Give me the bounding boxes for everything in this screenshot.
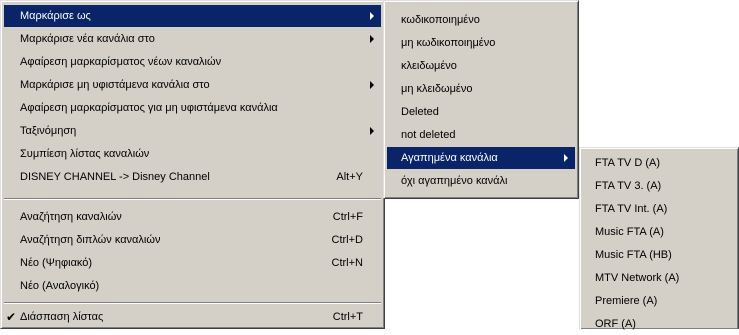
menu-item-label: μη κλειδωμένο <box>401 83 473 95</box>
menu-item-search-duplicates[interactable]: Αναζήτηση διπλών καναλιών Ctrl+D <box>4 229 381 251</box>
menu-item-label: Αναζήτηση διπλών καναλιών <box>20 234 161 246</box>
menu-item-label: Διάσπαση λίστας <box>20 311 104 323</box>
submenu-item-deleted[interactable]: Deleted <box>387 101 575 123</box>
menu-item-shortcut: Alt+Y <box>336 171 363 183</box>
submenu-item-not-deleted[interactable]: not deleted <box>387 124 575 146</box>
menu-item-label: κλειδωμένο <box>401 60 457 72</box>
menu-item-label: MTV Network (A) <box>595 272 680 284</box>
menu-item-label: όχι αγαπημένο κανάλι <box>401 175 508 187</box>
menu-item-label: not deleted <box>401 129 456 141</box>
menu-item-label: Μαρκάρισε ως <box>20 10 91 22</box>
menu-item-label: Ταξινόμηση <box>20 125 77 137</box>
menu-separator <box>4 302 381 304</box>
menu-item-label: Deleted <box>401 106 439 118</box>
favorite-list-item[interactable]: ORF (A) <box>583 313 735 335</box>
favorite-list-item[interactable]: FTA TV 3. (A) <box>583 175 735 197</box>
menu-item-label: μη κωδικοποιημένο <box>401 37 496 49</box>
menu-item-shortcut: Ctrl+N <box>331 257 363 269</box>
menu-item-label: Αφαίρεση μαρκαρίσματος για μη υφιστάμενα… <box>20 102 278 114</box>
menu-item-compress-list[interactable]: Συμπίεση λίστας καναλιών <box>4 143 381 165</box>
menu-item-mark-missing-channels[interactable]: Μαρκάρισε μη υφιστάμενα κανάλια στο <box>4 74 381 96</box>
menu-item-label: Music FTA (A) <box>595 226 664 238</box>
favorite-list-item[interactable]: Premiere (A) <box>583 290 735 312</box>
submenu-item-not-locked[interactable]: μη κλειδωμένο <box>387 78 575 100</box>
submenu-arrow-icon <box>370 81 374 89</box>
menu-item-label: DISNEY CHANNEL -> Disney Channel <box>20 171 210 183</box>
menu-item-label: Μαρκάρισε μη υφιστάμενα κανάλια στο <box>20 79 210 91</box>
menu-item-sort[interactable]: Ταξινόμηση <box>4 120 381 142</box>
menu-item-search-channels[interactable]: Αναζήτηση καναλιών Ctrl+F <box>4 206 381 228</box>
favorite-list-item[interactable]: FTA TV Int. (A) <box>583 198 735 220</box>
submenu-arrow-icon <box>370 12 374 20</box>
menu-item-unmark-new-channels[interactable]: Αφαίρεση μαρκαρίσματος νέων καναλιών <box>4 51 381 73</box>
menu-item-label: Συμπίεση λίστας καναλιών <box>20 148 150 160</box>
menu-item-label: Premiere (A) <box>595 295 658 307</box>
menu-item-label: Αναζήτηση καναλιών <box>20 211 122 223</box>
submenu-arrow-icon <box>370 35 374 43</box>
favorite-list-item[interactable]: Music FTA (A) <box>583 221 735 243</box>
menu-item-rename-disney[interactable]: DISNEY CHANNEL -> Disney Channel Alt+Y <box>4 166 381 188</box>
menu-item-split-list[interactable]: ✔ Διάσπαση λίστας Ctrl+T <box>4 306 381 328</box>
mark-as-submenu: κωδικοποιημένο μη κωδικοποιημένο κλειδωμ… <box>383 0 579 199</box>
menu-item-shortcut: Ctrl+T <box>332 311 363 323</box>
menu-item-label: FTA TV Int. (A) <box>595 203 668 215</box>
menu-item-label: FTA TV 3. (A) <box>595 180 662 192</box>
context-menu: Μαρκάρισε ως Μαρκάρισε νέα κανάλια στο Α… <box>0 0 385 329</box>
submenu-item-not-favorite[interactable]: όχι αγαπημένο κανάλι <box>387 170 575 192</box>
menu-item-shortcut: Ctrl+F <box>332 211 363 223</box>
menu-item-new-digital[interactable]: Νέο (Ψηφιακό) Ctrl+N <box>4 252 381 274</box>
menu-item-shortcut: Ctrl+D <box>331 234 363 246</box>
menu-item-mark-as[interactable]: Μαρκάρισε ως <box>4 5 381 27</box>
menu-item-unmark-missing-channels[interactable]: Αφαίρεση μαρκαρίσματος για μη υφιστάμενα… <box>4 97 381 119</box>
submenu-arrow-icon <box>564 154 568 162</box>
submenu-item-locked[interactable]: κλειδωμένο <box>387 55 575 77</box>
submenu-arrow-icon <box>370 127 374 135</box>
menu-item-label: Αγαπημένα κανάλια <box>401 152 498 164</box>
favorite-list-item[interactable]: MTV Network (A) <box>583 267 735 289</box>
menu-item-label: Μαρκάρισε νέα κανάλια στο <box>20 33 155 45</box>
checkmark-icon: ✔ <box>6 310 17 324</box>
menu-item-label: κωδικοποιημένο <box>401 14 480 26</box>
menu-item-label: ORF (A) <box>595 318 636 330</box>
menu-item-label: FTA TV D (A) <box>595 157 660 169</box>
menu-item-mark-new-channels[interactable]: Μαρκάρισε νέα κανάλια στο <box>4 28 381 50</box>
menu-item-label: Νέο (Αναλογικό) <box>20 280 100 292</box>
submenu-item-encrypted[interactable]: κωδικοποιημένο <box>387 9 575 31</box>
menu-separator <box>4 198 381 200</box>
favorite-list-item[interactable]: Music FTA (HB) <box>583 244 735 266</box>
menu-item-new-analog[interactable]: Νέο (Αναλογικό) <box>4 275 381 297</box>
submenu-item-favorites[interactable]: Αγαπημένα κανάλια <box>387 147 575 169</box>
menu-item-label: Αφαίρεση μαρκαρίσματος νέων καναλιών <box>20 56 222 68</box>
menu-item-label: Νέο (Ψηφιακό) <box>20 257 93 269</box>
favorite-list-item[interactable]: FTA TV D (A) <box>583 152 735 174</box>
favorites-submenu: FTA TV D (A) FTA TV 3. (A) FTA TV Int. (… <box>579 147 739 330</box>
submenu-item-not-encrypted[interactable]: μη κωδικοποιημένο <box>387 32 575 54</box>
menu-item-label: Music FTA (HB) <box>595 249 672 261</box>
